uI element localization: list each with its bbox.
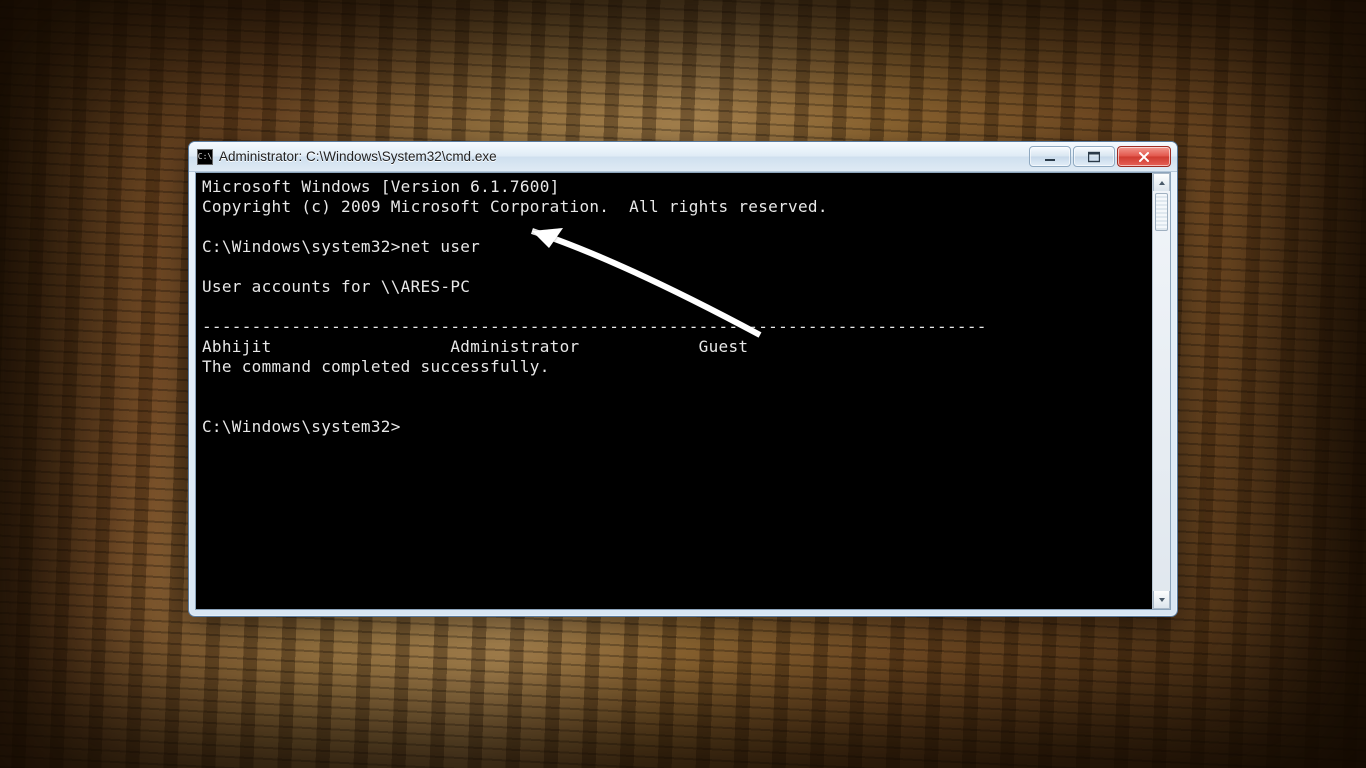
command-1: net user: [401, 237, 480, 256]
copyright-line: Copyright (c) 2009 Microsoft Corporation…: [202, 197, 828, 216]
version-line: Microsoft Windows [Version 6.1.7600]: [202, 177, 560, 196]
vertical-scrollbar[interactable]: [1152, 173, 1170, 609]
terminal-output[interactable]: Microsoft Windows [Version 6.1.7600] Cop…: [196, 173, 1152, 609]
maximize-icon: [1088, 151, 1100, 163]
close-icon: [1137, 151, 1151, 163]
prompt-2: C:\Windows\system32>: [202, 417, 401, 436]
user-2: Administrator: [450, 337, 579, 356]
window-title: Administrator: C:\Windows\System32\cmd.e…: [219, 149, 497, 164]
close-button[interactable]: [1117, 146, 1171, 167]
minimize-icon: [1044, 151, 1056, 163]
chevron-up-icon: [1158, 179, 1166, 187]
chevron-down-icon: [1158, 596, 1166, 604]
scroll-up-button[interactable]: [1153, 173, 1170, 191]
maximize-button[interactable]: [1073, 146, 1115, 167]
window-controls: [1029, 146, 1171, 167]
divider: ----------------------------------------…: [202, 317, 987, 336]
desktop-background: Administrator: C:\Windows\System32\cmd.e…: [0, 0, 1366, 768]
cmd-window: Administrator: C:\Windows\System32\cmd.e…: [188, 141, 1178, 617]
accounts-header: User accounts for \\ARES-PC: [202, 277, 470, 296]
user-3: Guest: [699, 337, 749, 356]
scroll-down-button[interactable]: [1153, 591, 1170, 609]
window-client-area: Microsoft Windows [Version 6.1.7600] Cop…: [195, 172, 1171, 610]
prompt-1: C:\Windows\system32>: [202, 237, 401, 256]
cmd-icon: [197, 149, 213, 165]
window-titlebar[interactable]: Administrator: C:\Windows\System32\cmd.e…: [189, 142, 1177, 172]
minimize-button[interactable]: [1029, 146, 1071, 167]
completed-line: The command completed successfully.: [202, 357, 550, 376]
scrollbar-thumb[interactable]: [1155, 193, 1168, 231]
user-1: Abhijit: [202, 337, 272, 356]
